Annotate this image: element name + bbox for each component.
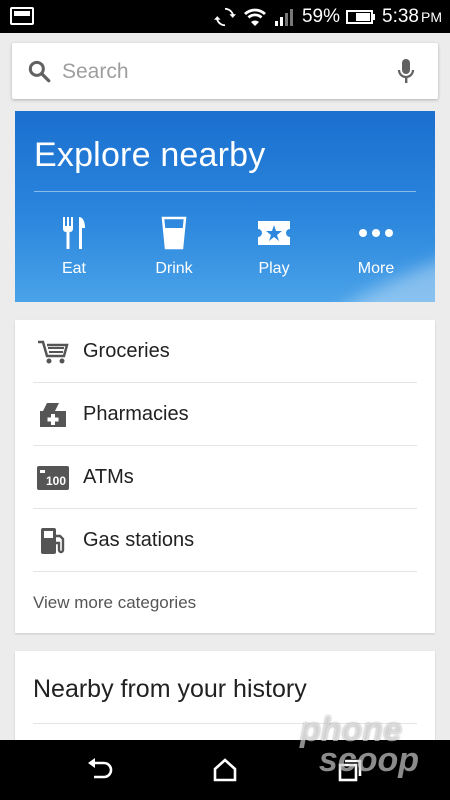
ticket-icon [258, 221, 290, 245]
status-ampm: PM [421, 8, 442, 25]
more-dots-icon [359, 229, 393, 237]
back-button[interactable] [85, 756, 115, 784]
categories-card: Groceries Pharmacies 100 ATMs Gas statio… [15, 320, 435, 633]
list-item-atms[interactable]: 100 ATMs [33, 446, 417, 509]
category-drink[interactable]: Drink [124, 215, 224, 278]
recents-icon [338, 759, 362, 782]
glass-icon [161, 216, 187, 250]
list-item-label: Pharmacies [83, 403, 189, 425]
recents-button[interactable] [335, 756, 365, 784]
category-more[interactable]: More [326, 215, 426, 278]
fork-knife-icon [63, 217, 85, 249]
gas-pump-icon [41, 528, 65, 554]
category-drink-label: Drink [155, 260, 193, 277]
navigation-bar [0, 740, 450, 800]
search-bar[interactable]: Search [12, 43, 438, 99]
view-more-categories-link[interactable]: View more categories [33, 593, 196, 613]
category-eat[interactable]: Eat [24, 215, 124, 278]
history-title: Nearby from your history [33, 675, 307, 703]
category-play[interactable]: Play [224, 215, 324, 278]
status-bar: 59% 5:38 PM [0, 0, 450, 33]
history-divider [33, 723, 417, 724]
search-input[interactable]: Search [62, 60, 129, 84]
signal-icon [274, 8, 293, 26]
category-play-label: Play [258, 260, 290, 277]
list-item-pharmacies[interactable]: Pharmacies [33, 383, 417, 446]
list-item-label: Gas stations [83, 529, 195, 551]
history-card: Nearby from your history [15, 651, 435, 751]
home-button[interactable] [210, 756, 240, 784]
atm-icon: 100 [37, 466, 69, 490]
back-icon [88, 758, 113, 779]
mic-icon[interactable] [396, 57, 416, 85]
search-icon [28, 60, 51, 83]
home-icon [213, 758, 237, 782]
wifi-icon [243, 8, 266, 26]
category-eat-label: Eat [61, 260, 86, 277]
battery-icon [346, 9, 376, 24]
category-more-label: More [357, 260, 395, 277]
status-time: 5:38 [382, 5, 419, 27]
pharmacy-icon [40, 403, 66, 427]
battery-percent: 59% [301, 5, 341, 27]
notification-icon [10, 7, 34, 25]
explore-nearby-card: Explore nearby Eat Drink Play More [15, 111, 435, 302]
sync-icon [213, 7, 236, 26]
list-item-gas-stations[interactable]: Gas stations [33, 509, 417, 572]
list-item-groceries[interactable]: Groceries [33, 320, 417, 383]
cart-icon [38, 340, 69, 364]
list-item-label: ATMs [83, 466, 134, 488]
list-item-label: Groceries [83, 340, 170, 362]
svg-text:100: 100 [46, 474, 66, 488]
explore-title: Explore nearby [34, 136, 266, 174]
explore-divider [34, 191, 416, 192]
